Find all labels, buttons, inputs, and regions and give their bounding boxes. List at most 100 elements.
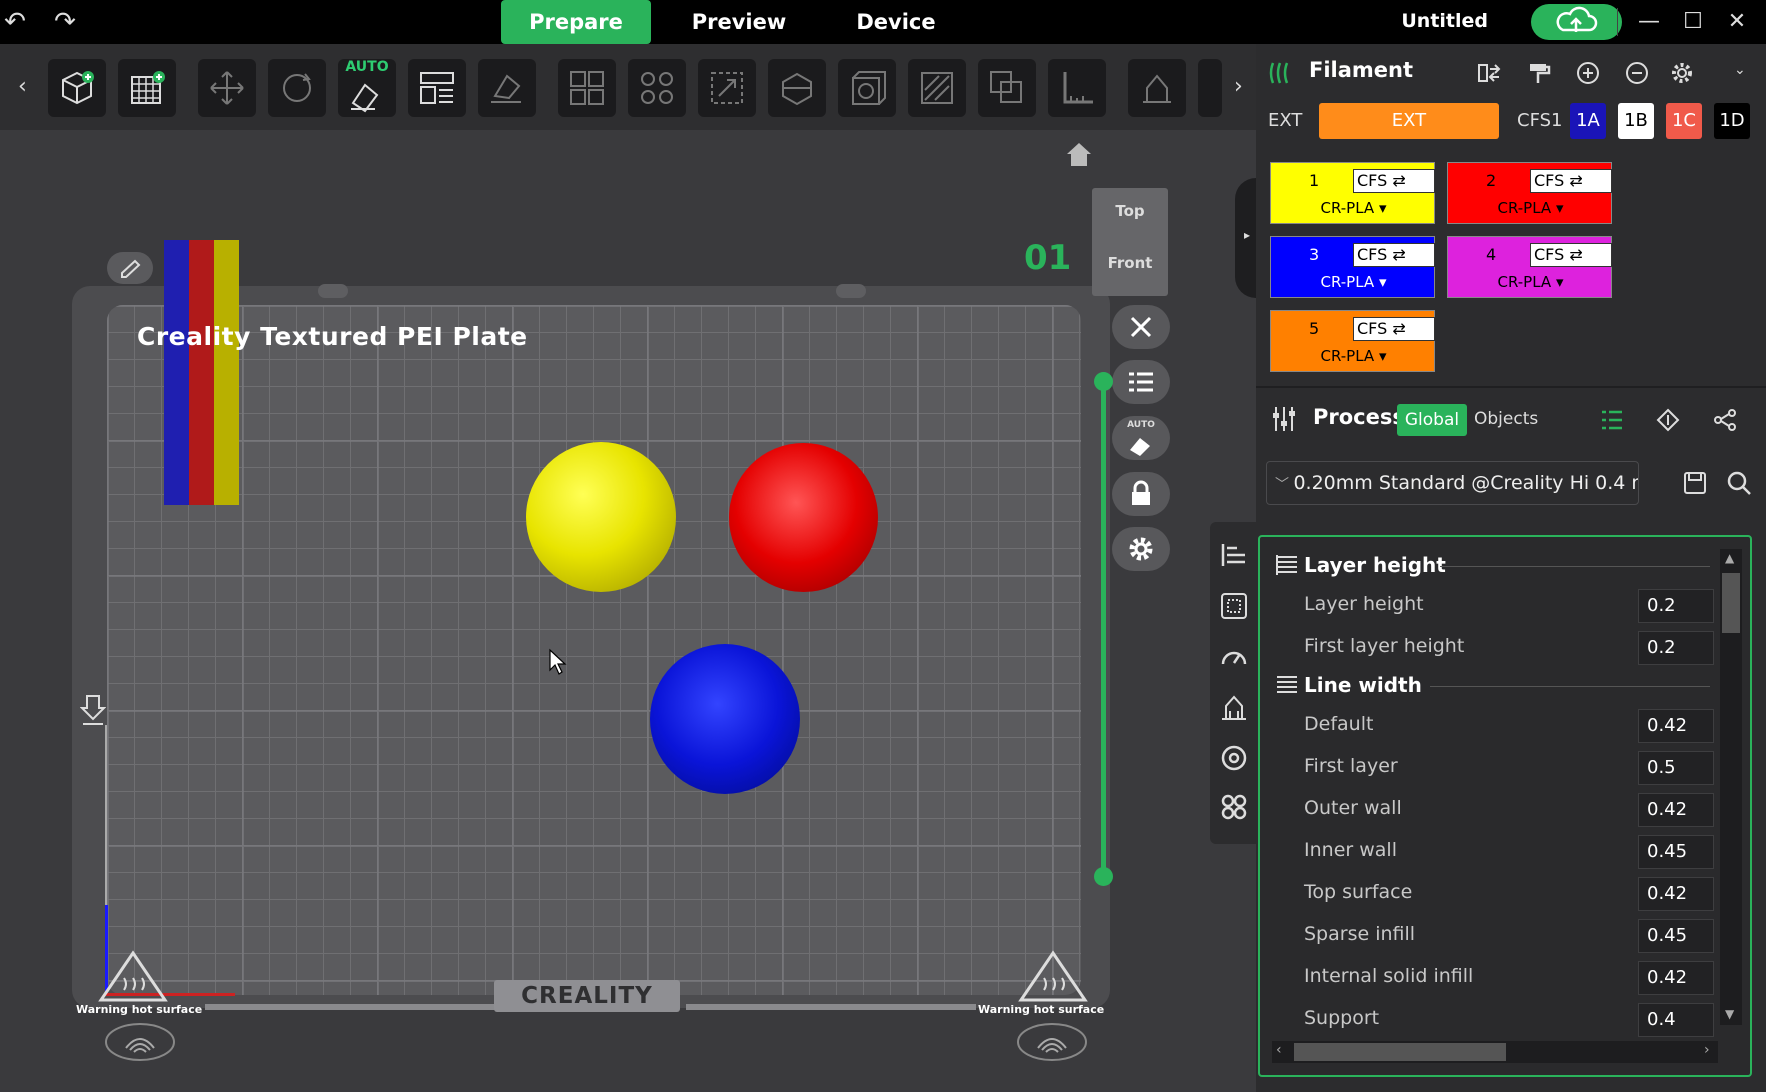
- layer-slider-track[interactable]: [1101, 381, 1106, 877]
- lay-flat-button[interactable]: [478, 59, 536, 117]
- tab-prepare[interactable]: Prepare: [501, 0, 651, 44]
- toolbar-scroll-left-icon[interactable]: ‹: [18, 74, 27, 99]
- layers-align-icon[interactable]: [1219, 540, 1249, 570]
- param-value-input[interactable]: 0.45: [1638, 835, 1714, 869]
- view-cube[interactable]: Top Front: [1092, 188, 1168, 296]
- vertical-scrollbar[interactable]: ▲ ▼: [1720, 549, 1742, 1025]
- close-window-button[interactable]: ✕: [1720, 6, 1754, 38]
- slot-cfs-selector[interactable]: CFS ⇄: [1530, 169, 1612, 193]
- param-value-input[interactable]: 0.2: [1638, 631, 1714, 665]
- horizontal-scroll-thumb[interactable]: [1294, 1043, 1506, 1061]
- arrange-button[interactable]: [408, 59, 466, 117]
- yellow-sphere-object[interactable]: [526, 442, 676, 592]
- others-icon[interactable]: [1219, 792, 1249, 822]
- slot-cfs-selector[interactable]: CFS ⇄: [1353, 169, 1435, 193]
- paint-roller-icon[interactable]: [1526, 60, 1552, 86]
- layer-slider-top-knob[interactable]: [1094, 372, 1113, 391]
- slot-material-dropdown[interactable]: CR-PLA ▾: [1271, 199, 1436, 217]
- tab-device[interactable]: Device: [821, 0, 971, 44]
- slot-cfs-selector[interactable]: CFS ⇄: [1530, 243, 1612, 267]
- advanced-list-icon[interactable]: [1599, 407, 1625, 433]
- panel-collapse-button[interactable]: ▸: [1235, 178, 1256, 298]
- view-cube-top[interactable]: Top: [1092, 202, 1168, 220]
- close-plate-button[interactable]: [1112, 305, 1170, 349]
- scroll-down-icon[interactable]: ▼: [1725, 1007, 1734, 1021]
- collapse-filament-icon[interactable]: ⌄: [1734, 62, 1746, 78]
- ext-spool-button[interactable]: EXT: [1319, 103, 1499, 139]
- param-value-input[interactable]: 0.5: [1638, 751, 1714, 785]
- save-preset-icon[interactable]: [1682, 470, 1708, 496]
- move-tool-button[interactable]: [198, 59, 256, 117]
- tab-objects[interactable]: Objects: [1474, 409, 1538, 429]
- edit-plate-button[interactable]: [107, 252, 153, 284]
- plate-settings-button[interactable]: [1112, 527, 1170, 571]
- slot-cfs-selector[interactable]: CFS ⇄: [1353, 243, 1435, 267]
- cfs-chip-1d[interactable]: 1D: [1714, 103, 1750, 139]
- slot-cfs-selector[interactable]: CFS ⇄: [1353, 317, 1435, 341]
- measure-button[interactable]: [1048, 59, 1106, 117]
- param-value-input[interactable]: 0.42: [1638, 793, 1714, 827]
- object-list-button[interactable]: [1112, 360, 1170, 404]
- filament-slot[interactable]: 2 CFS ⇄ CR-PLA ▾: [1447, 162, 1612, 224]
- slot-material-dropdown[interactable]: CR-PLA ▾: [1271, 347, 1436, 365]
- slot-material-dropdown[interactable]: CR-PLA ▾: [1271, 273, 1436, 291]
- view-cube-front[interactable]: Front: [1092, 254, 1168, 272]
- support-paint-button[interactable]: [908, 59, 966, 117]
- cut-button[interactable]: [768, 59, 826, 117]
- target-icon[interactable]: [1219, 743, 1249, 773]
- frame-icon[interactable]: [1219, 591, 1249, 621]
- support-icon[interactable]: [1219, 692, 1249, 722]
- home-icon[interactable]: [1064, 140, 1094, 168]
- search-icon[interactable]: [1726, 470, 1752, 496]
- filament-slot[interactable]: 4 CFS ⇄ CR-PLA ▾: [1447, 236, 1612, 298]
- scroll-left-icon[interactable]: ‹: [1276, 1042, 1282, 1058]
- share-icon[interactable]: [1712, 407, 1738, 433]
- add-plate-button[interactable]: [118, 59, 176, 117]
- tab-preview[interactable]: Preview: [664, 0, 814, 44]
- param-value-input[interactable]: 0.42: [1638, 961, 1714, 995]
- slot-material-dropdown[interactable]: CR-PLA ▾: [1448, 273, 1613, 291]
- add-filament-icon[interactable]: [1575, 60, 1601, 86]
- process-preset-dropdown[interactable]: ﹀ 0.20mm Standard @Creality Hi 0.4 n...: [1266, 461, 1639, 505]
- maximize-button[interactable]: ☐: [1676, 6, 1710, 38]
- scroll-right-icon[interactable]: ›: [1704, 1042, 1710, 1058]
- cfs-chip-1a[interactable]: 1A: [1570, 103, 1606, 139]
- toolbar-scroll-right-icon[interactable]: ›: [1234, 74, 1243, 99]
- cloud-upload-button[interactable]: [1531, 4, 1622, 40]
- cfs-chip-1c[interactable]: 1C: [1666, 103, 1702, 139]
- boolean-button[interactable]: [978, 59, 1036, 117]
- red-sphere-object[interactable]: [729, 443, 878, 592]
- rotate-tool-button[interactable]: [268, 59, 326, 117]
- param-value-input[interactable]: 0.4: [1638, 1003, 1714, 1037]
- remove-filament-icon[interactable]: [1624, 60, 1650, 86]
- cfs-chip-1b[interactable]: 1B: [1618, 103, 1654, 139]
- undo-icon[interactable]: ↶: [0, 8, 30, 36]
- lock-plate-button[interactable]: [1112, 472, 1170, 516]
- blue-sphere-object[interactable]: [650, 644, 800, 794]
- split-objects-button[interactable]: [558, 59, 616, 117]
- vertical-scroll-thumb[interactable]: [1722, 573, 1740, 633]
- compare-presets-icon[interactable]: [1655, 407, 1681, 433]
- more-tools-button[interactable]: [1198, 59, 1222, 117]
- auto-orient-plate-button[interactable]: AUTO: [1112, 416, 1170, 460]
- minimize-button[interactable]: —: [1632, 6, 1666, 38]
- filament-slot[interactable]: 1 CFS ⇄ CR-PLA ▾: [1270, 162, 1435, 224]
- param-value-input[interactable]: 0.45: [1638, 919, 1714, 953]
- scroll-up-icon[interactable]: ▲: [1725, 551, 1734, 565]
- filament-slot[interactable]: 5 CFS ⇄ CR-PLA ▾: [1270, 310, 1435, 372]
- drop-to-bed-icon[interactable]: [80, 694, 106, 728]
- speed-gauge-icon[interactable]: [1219, 642, 1249, 672]
- filament-slot[interactable]: 3 CFS ⇄ CR-PLA ▾: [1270, 236, 1435, 298]
- param-value-input[interactable]: 0.2: [1638, 589, 1714, 623]
- hollow-button[interactable]: [838, 59, 896, 117]
- filament-sync-icon[interactable]: [1476, 60, 1502, 86]
- redo-icon[interactable]: ↷: [50, 8, 80, 36]
- layer-slider-bottom-knob[interactable]: [1094, 867, 1113, 886]
- horizontal-scrollbar[interactable]: ‹ ›: [1272, 1041, 1718, 1063]
- split-parts-button[interactable]: [628, 59, 686, 117]
- param-value-input[interactable]: 0.42: [1638, 877, 1714, 911]
- assembly-button[interactable]: [1128, 59, 1186, 117]
- param-value-input[interactable]: 0.42: [1638, 709, 1714, 743]
- scale-button[interactable]: [698, 59, 756, 117]
- tab-global[interactable]: Global: [1397, 404, 1467, 436]
